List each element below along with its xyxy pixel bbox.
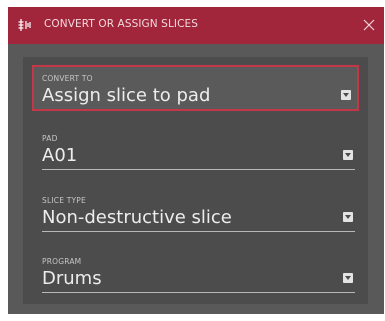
slice-type-value: Non-destructive slice <box>42 207 232 228</box>
field-underline <box>42 231 355 232</box>
field-underline <box>42 169 355 170</box>
dropdown-arrow-icon[interactable] <box>343 212 353 222</box>
pad-value: A01 <box>42 145 78 166</box>
slice-type-label: SLICE TYPE <box>42 196 86 205</box>
convert-assign-slices-dialog: CONVERT OR ASSIGN SLICES CONVERT TO Assi… <box>8 7 384 314</box>
slice-icon <box>17 17 33 33</box>
program-field[interactable]: PROGRAM Drums <box>32 250 359 296</box>
settings-panel: CONVERT TO Assign slice to pad PAD A01 S… <box>23 57 368 304</box>
pad-label: PAD <box>42 134 58 143</box>
close-icon[interactable] <box>360 16 378 34</box>
field-underline <box>42 292 355 293</box>
dialog-title: CONVERT OR ASSIGN SLICES <box>44 18 199 30</box>
convert-to-value: Assign slice to pad <box>42 85 211 106</box>
dropdown-arrow-icon[interactable] <box>341 90 351 100</box>
program-value: Drums <box>42 268 102 289</box>
program-label: PROGRAM <box>42 257 82 266</box>
dropdown-arrow-icon[interactable] <box>343 150 353 160</box>
pad-field[interactable]: PAD A01 <box>32 127 359 173</box>
dropdown-arrow-icon[interactable] <box>343 273 353 283</box>
convert-to-label: CONVERT TO <box>42 74 93 83</box>
slice-type-field[interactable]: SLICE TYPE Non-destructive slice <box>32 189 359 235</box>
dialog-titlebar: CONVERT OR ASSIGN SLICES <box>8 7 384 44</box>
convert-to-field[interactable]: CONVERT TO Assign slice to pad <box>32 65 359 111</box>
